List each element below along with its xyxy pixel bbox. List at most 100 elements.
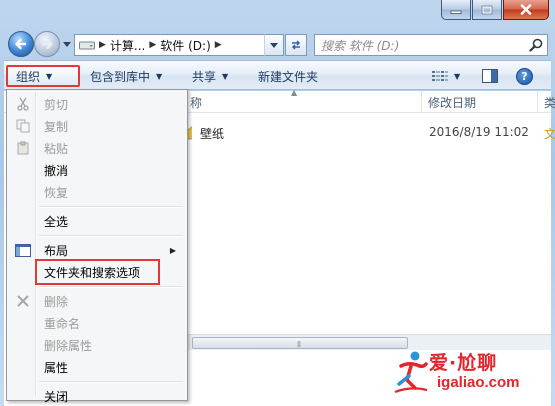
watermark-logo: 爱·尬聊 igaliao.com [393, 348, 543, 396]
menu-item-cut[interactable]: 剪切 [10, 93, 184, 115]
chevron-down-icon: ▼ [222, 71, 229, 81]
menu-separator [39, 235, 183, 237]
menu-icon-placeholder [10, 385, 36, 406]
breadcrumb-drive-d[interactable]: 软件 (D:) [160, 37, 210, 54]
menu-separator [39, 381, 183, 383]
arrow-right-icon [41, 38, 53, 50]
menu-item-select-all[interactable]: 全选 [10, 210, 184, 232]
search-icon[interactable] [525, 35, 547, 55]
minimize-button[interactable] [441, 0, 471, 20]
new-folder-label: 新建文件夹 [258, 69, 319, 84]
column-header-name[interactable]: 称 [184, 91, 422, 113]
search-box[interactable]: 搜索 软件 (D:) [314, 34, 548, 56]
column-header-date-modified[interactable]: 修改日期 [422, 91, 538, 113]
refresh-button[interactable] [285, 34, 307, 56]
chevron-down-icon: ▼ [156, 71, 163, 81]
organize-label: 组织 [16, 69, 41, 84]
menu-separator [39, 206, 183, 208]
menu-item-layout[interactable]: 布局 ▶ [10, 239, 184, 261]
menu-item-label: 复制 [44, 119, 69, 134]
menu-item-remove-properties[interactable]: 删除属性 [10, 334, 184, 356]
close-button[interactable] [503, 0, 549, 20]
include-in-library-button[interactable]: 包含到库中 ▼ [82, 65, 170, 87]
search-input[interactable]: 搜索 软件 (D:) [321, 37, 525, 54]
close-icon [520, 4, 532, 15]
breadcrumb-computer[interactable]: 计算... [110, 37, 145, 54]
menu-icon-placeholder [10, 312, 36, 334]
refresh-icon [291, 40, 301, 50]
help-icon: ? [516, 67, 533, 85]
address-bar[interactable]: ▶ 计算... ▶ 软件 (D:) ▶ [74, 34, 284, 56]
menu-item-delete[interactable]: 删除 [10, 290, 184, 312]
maximize-button[interactable] [472, 0, 502, 20]
share-button[interactable]: 共享 ▼ [184, 65, 236, 87]
paste-icon [10, 137, 36, 159]
menu-item-label: 删除属性 [44, 338, 93, 353]
menu-item-label: 删除 [44, 294, 69, 309]
menu-icon-placeholder [10, 261, 36, 283]
copy-icon [10, 115, 36, 137]
menu-item-label: 恢复 [44, 185, 69, 200]
navigation-bar: ▶ 计算... ▶ 软件 (D:) ▶ 搜索 软件 (D:) [0, 26, 555, 60]
highlight-box-folder-options [35, 259, 160, 285]
window-controls [441, 0, 549, 20]
menu-item-redo[interactable]: 恢复 [10, 181, 184, 203]
grip-icon: ||| [297, 341, 301, 348]
drive-icon [79, 39, 95, 51]
organize-menu: 剪切 复制 粘贴 撤消 恢复 全选 布局 ▶ 文件夹和搜索选项 删除 重命名 删… [6, 89, 188, 404]
menu-icon-placeholder [10, 159, 36, 181]
preview-pane-icon [482, 69, 498, 83]
runner-logo-icon [394, 351, 428, 394]
menu-item-label: 关闭 [44, 389, 69, 404]
menu-item-label: 粘贴 [44, 141, 69, 156]
back-button[interactable] [8, 31, 34, 57]
menu-item-label: 布局 [44, 243, 69, 258]
menu-item-properties[interactable]: 属性 [10, 356, 184, 378]
arrow-left-icon [15, 38, 27, 50]
scissors-icon [10, 93, 36, 115]
delete-x-icon [10, 290, 36, 312]
forward-button[interactable] [34, 31, 60, 57]
change-view-button[interactable]: ▼ [428, 65, 464, 87]
menu-separator [39, 286, 183, 288]
file-name[interactable]: 壁纸 [200, 125, 224, 142]
menu-icon-placeholder [10, 334, 36, 356]
chevron-down-icon [63, 41, 71, 47]
minimize-icon [450, 10, 462, 14]
organize-button[interactable]: 组织 ▼ [6, 65, 80, 87]
chevron-down-icon [270, 42, 278, 48]
submenu-arrow-icon: ▶ [169, 245, 176, 255]
command-bar: 组织 ▼ 包含到库中 ▼ 共享 ▼ 新建文件夹 ▼ ? [4, 60, 551, 90]
maximize-icon [481, 5, 493, 14]
column-header-type[interactable]: 类 [538, 91, 555, 113]
details-view-icon [432, 71, 448, 81]
address-history-button[interactable] [264, 34, 284, 56]
breadcrumb-separator-icon[interactable]: ▶ [215, 40, 222, 50]
menu-item-rename[interactable]: 重命名 [10, 312, 184, 334]
chevron-down-icon[interactable]: ▼ [454, 72, 460, 81]
new-folder-button[interactable]: 新建文件夹 [250, 65, 326, 87]
preview-pane-button[interactable] [478, 65, 502, 87]
breadcrumb-separator-icon: ▶ [99, 40, 106, 50]
file-date-modified: 2016/8/19 11:02 [429, 125, 529, 139]
menu-icon-placeholder [10, 356, 36, 378]
menu-item-label: 重命名 [44, 316, 81, 331]
scrollbar-thumb[interactable]: ||| [192, 337, 408, 349]
menu-item-label: 剪切 [44, 97, 69, 112]
help-button[interactable]: ? [512, 65, 537, 87]
menu-item-copy[interactable]: 复制 [10, 115, 184, 137]
include-in-library-label: 包含到库中 [90, 69, 151, 84]
chevron-down-icon: ▼ [46, 71, 53, 81]
menu-item-close[interactable]: 关闭 [10, 385, 184, 406]
menu-item-label: 撤消 [44, 163, 69, 178]
menu-icon-placeholder [10, 181, 36, 203]
menu-item-paste[interactable]: 粘贴 [10, 137, 184, 159]
menu-item-undo[interactable]: 撤消 [10, 159, 184, 181]
menu-item-label: 全选 [44, 214, 69, 229]
layout-icon [10, 239, 36, 261]
recent-pages-button[interactable] [62, 39, 72, 49]
breadcrumb-separator-icon[interactable]: ▶ [149, 40, 156, 50]
menu-icon-placeholder [10, 210, 36, 232]
file-type: 文 [544, 127, 555, 141]
share-label: 共享 [192, 69, 217, 84]
